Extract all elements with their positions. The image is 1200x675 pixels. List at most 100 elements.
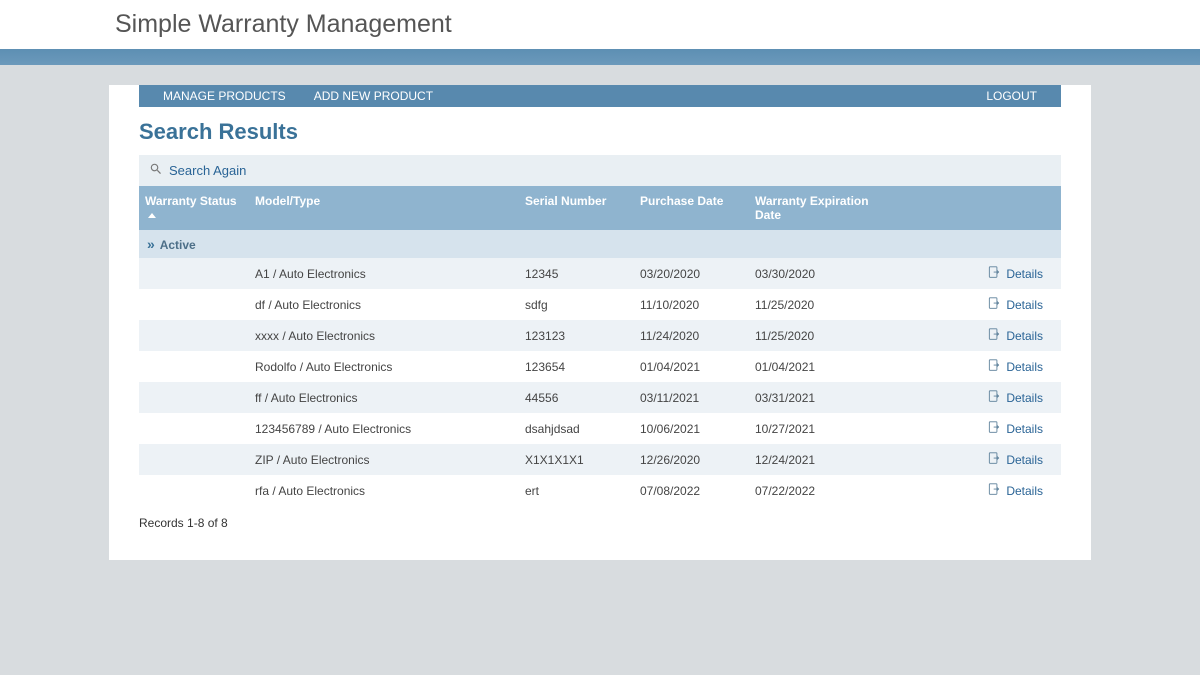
cell-warranty-status [139, 289, 249, 320]
cell-actions: Details [899, 289, 1061, 320]
cell-purchase-date: 07/08/2022 [634, 475, 749, 506]
app-title: Simple Warranty Management [0, 10, 1200, 39]
details-icon [987, 451, 1001, 468]
details-icon [987, 482, 1001, 499]
results-table: Warranty Status Model/Type Serial Number… [139, 186, 1061, 506]
cell-actions: Details [899, 351, 1061, 382]
table-row: A1 / Auto Electronics1234503/20/202003/3… [139, 258, 1061, 289]
cell-expiration-date: 11/25/2020 [749, 289, 899, 320]
cell-actions: Details [899, 320, 1061, 351]
details-link[interactable]: Details [987, 482, 1043, 499]
group-row-active[interactable]: » Active [139, 230, 1061, 258]
details-link[interactable]: Details [987, 265, 1043, 282]
cell-serial-number: ert [519, 475, 634, 506]
cell-warranty-status [139, 258, 249, 289]
cell-model-type: rfa / Auto Electronics [249, 475, 519, 506]
cell-serial-number: 123654 [519, 351, 634, 382]
details-label: Details [1006, 484, 1043, 498]
cell-warranty-status [139, 413, 249, 444]
cell-model-type: xxxx / Auto Electronics [249, 320, 519, 351]
table-row: xxxx / Auto Electronics12312311/24/20201… [139, 320, 1061, 351]
cell-model-type: ff / Auto Electronics [249, 382, 519, 413]
cell-serial-number: 12345 [519, 258, 634, 289]
details-label: Details [1006, 453, 1043, 467]
cell-model-type: df / Auto Electronics [249, 289, 519, 320]
cell-expiration-date: 07/22/2022 [749, 475, 899, 506]
nav-add-new-product[interactable]: ADD NEW PRODUCT [300, 85, 447, 107]
page-title: Search Results [109, 107, 1091, 155]
table-row: Rodolfo / Auto Electronics12365401/04/20… [139, 351, 1061, 382]
sort-asc-icon [148, 213, 156, 218]
cell-model-type: ZIP / Auto Electronics [249, 444, 519, 475]
cell-serial-number: 44556 [519, 382, 634, 413]
cell-purchase-date: 03/11/2021 [634, 382, 749, 413]
cell-expiration-date: 12/24/2021 [749, 444, 899, 475]
cell-serial-number: dsahjdsad [519, 413, 634, 444]
cell-actions: Details [899, 444, 1061, 475]
column-header-expiration-date[interactable]: Warranty Expiration Date [749, 186, 899, 230]
details-label: Details [1006, 329, 1043, 343]
search-again-bar[interactable]: Search Again [139, 155, 1061, 186]
details-icon [987, 420, 1001, 437]
cell-serial-number: X1X1X1X1 [519, 444, 634, 475]
cell-expiration-date: 01/04/2021 [749, 351, 899, 382]
cell-purchase-date: 12/26/2020 [634, 444, 749, 475]
details-icon [987, 265, 1001, 282]
accent-bar [0, 49, 1200, 65]
details-icon [987, 327, 1001, 344]
cell-purchase-date: 11/24/2020 [634, 320, 749, 351]
table-row: rfa / Auto Electronicsert07/08/202207/22… [139, 475, 1061, 506]
cell-actions: Details [899, 475, 1061, 506]
column-header-actions [899, 186, 1061, 230]
nav-logout[interactable]: LOGOUT [972, 85, 1051, 107]
cell-warranty-status [139, 320, 249, 351]
details-icon [987, 358, 1001, 375]
details-label: Details [1006, 391, 1043, 405]
table-row: ZIP / Auto ElectronicsX1X1X1X112/26/2020… [139, 444, 1061, 475]
main-panel: MANAGE PRODUCTS ADD NEW PRODUCT LOGOUT S… [109, 85, 1091, 560]
cell-serial-number: 123123 [519, 320, 634, 351]
details-icon [987, 389, 1001, 406]
column-header-warranty-status[interactable]: Warranty Status [139, 186, 249, 230]
search-again-link: Search Again [169, 163, 246, 178]
cell-purchase-date: 03/20/2020 [634, 258, 749, 289]
details-link[interactable]: Details [987, 358, 1043, 375]
cell-actions: Details [899, 413, 1061, 444]
table-row: 123456789 / Auto Electronicsdsahjdsad10/… [139, 413, 1061, 444]
details-label: Details [1006, 267, 1043, 281]
details-label: Details [1006, 360, 1043, 374]
group-label: Active [160, 238, 196, 252]
cell-actions: Details [899, 258, 1061, 289]
details-label: Details [1006, 298, 1043, 312]
details-link[interactable]: Details [987, 420, 1043, 437]
column-header-purchase-date[interactable]: Purchase Date [634, 186, 749, 230]
cell-warranty-status [139, 382, 249, 413]
cell-model-type: 123456789 / Auto Electronics [249, 413, 519, 444]
details-link[interactable]: Details [987, 451, 1043, 468]
details-link[interactable]: Details [987, 296, 1043, 313]
details-label: Details [1006, 422, 1043, 436]
details-icon [987, 296, 1001, 313]
column-header-serial-number[interactable]: Serial Number [519, 186, 634, 230]
column-header-label: Warranty Status [145, 194, 237, 208]
table-row: df / Auto Electronicssdfg11/10/202011/25… [139, 289, 1061, 320]
cell-model-type: A1 / Auto Electronics [249, 258, 519, 289]
cell-warranty-status [139, 475, 249, 506]
details-link[interactable]: Details [987, 389, 1043, 406]
cell-serial-number: sdfg [519, 289, 634, 320]
cell-purchase-date: 10/06/2021 [634, 413, 749, 444]
table-row: ff / Auto Electronics4455603/11/202103/3… [139, 382, 1061, 413]
cell-model-type: Rodolfo / Auto Electronics [249, 351, 519, 382]
cell-expiration-date: 03/31/2021 [749, 382, 899, 413]
details-link[interactable]: Details [987, 327, 1043, 344]
cell-purchase-date: 01/04/2021 [634, 351, 749, 382]
cell-expiration-date: 11/25/2020 [749, 320, 899, 351]
top-header: Simple Warranty Management [0, 0, 1200, 49]
cell-expiration-date: 10/27/2021 [749, 413, 899, 444]
column-header-model-type[interactable]: Model/Type [249, 186, 519, 230]
search-icon [149, 162, 163, 179]
expand-icon: » [147, 236, 155, 252]
cell-warranty-status [139, 351, 249, 382]
cell-expiration-date: 03/30/2020 [749, 258, 899, 289]
nav-manage-products[interactable]: MANAGE PRODUCTS [149, 85, 300, 107]
